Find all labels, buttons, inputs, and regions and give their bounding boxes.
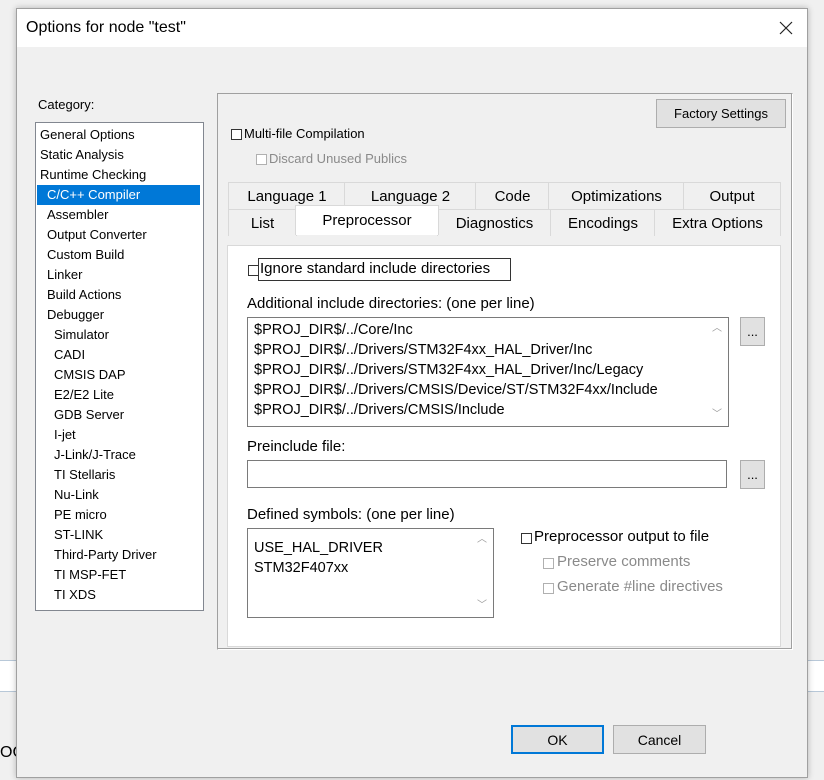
tab-encodings[interactable]: Encodings (550, 209, 656, 236)
category-item[interactable]: CADI (54, 345, 85, 365)
cancel-button[interactable]: Cancel (613, 725, 706, 754)
pp-output-label: Preprocessor output to file (534, 528, 710, 545)
discard-unused-label: Discard Unused Publics (269, 151, 408, 166)
defined-symbol-line: STM32F407xx (254, 560, 349, 576)
category-item[interactable]: CMSIS DAP (54, 365, 126, 385)
tab-list[interactable]: List (228, 209, 297, 236)
browse-label: ... (747, 467, 758, 482)
scroll-up-icon[interactable]: ︿ (710, 322, 724, 336)
ok-button[interactable]: OK (511, 725, 604, 754)
discard-unused-checkbox[interactable] (256, 154, 267, 165)
tab-label: Language 2 (370, 187, 451, 205)
close-button[interactable] (765, 9, 807, 47)
include-dir-line: $PROJ_DIR$/../Drivers/STM32F4xx_HAL_Driv… (254, 362, 644, 378)
category-item[interactable]: Assembler (47, 205, 108, 225)
category-item[interactable]: ST-LINK (54, 525, 103, 545)
preinclude-label: Preinclude file: (247, 438, 346, 455)
factory-settings-button[interactable]: Factory Settings (656, 99, 786, 128)
category-item[interactable]: Output Converter (47, 225, 147, 245)
tab-output[interactable]: Output (683, 182, 781, 209)
generate-line-label: Generate #line directives (557, 578, 723, 595)
ok-label: OK (547, 731, 568, 748)
cancel-label: Cancel (637, 731, 682, 748)
multifile-checkbox[interactable] (231, 129, 242, 140)
tab-label: Encodings (567, 214, 639, 232)
category-item[interactable]: PE micro (54, 505, 107, 525)
tab-label: List (250, 214, 275, 232)
include-directories-textarea[interactable]: ︿ ﹀ $PROJ_DIR$/../Core/Inc $PROJ_DIR$/../… (247, 317, 729, 427)
tab-diagnostics[interactable]: Diagnostics (437, 209, 552, 236)
category-item[interactable]: General Options (40, 125, 135, 145)
category-item[interactable]: Custom Build (47, 245, 124, 265)
tab-label: Optimizations (571, 187, 662, 205)
category-item[interactable]: TI MSP-FET (54, 565, 126, 585)
category-item[interactable]: E2/E2 Lite (54, 385, 114, 405)
category-item[interactable]: Runtime Checking (40, 165, 146, 185)
preinclude-browse-button[interactable]: ... (740, 460, 765, 489)
preinclude-input[interactable] (247, 460, 727, 488)
browse-label: ... (747, 324, 758, 339)
tab-label: Language 1 (247, 187, 327, 205)
additional-include-label: Additional include directories: (one per… (247, 295, 535, 312)
include-browse-button[interactable]: ... (740, 317, 765, 346)
category-item[interactable]: GDB Server (54, 405, 124, 425)
category-item[interactable]: Linker (47, 265, 82, 285)
category-item[interactable]: Build Actions (47, 285, 121, 305)
tab-code[interactable]: Code (475, 182, 550, 209)
include-dir-line: $PROJ_DIR$/../Drivers/CMSIS/Device/ST/ST… (254, 382, 658, 398)
include-dir-line: $PROJ_DIR$/../Core/Inc (254, 322, 413, 338)
tab-label: Extra Options (672, 214, 763, 232)
title-bar: Options for node "test" (17, 9, 807, 47)
tab-label: Code (494, 187, 531, 205)
category-item[interactable]: TI Stellaris (54, 465, 115, 485)
defined-symbols-textarea[interactable]: ︿ ﹀ USE_HAL_DRIVER STM32F407xx (247, 528, 494, 618)
category-item[interactable]: Third-Party Driver (54, 545, 157, 565)
dialog-title: Options for node "test" (26, 19, 186, 36)
defined-symbols-label: Defined symbols: (one per line) (247, 506, 455, 523)
close-icon (779, 21, 793, 35)
defined-symbol-line: USE_HAL_DRIVER (254, 540, 383, 556)
ignore-std-label: Ignore standard include directories (260, 260, 491, 277)
scroll-down-icon[interactable]: ﹀ (475, 599, 489, 613)
include-dir-line: $PROJ_DIR$/../Drivers/STM32F4xx_HAL_Driv… (254, 342, 593, 358)
tab-extra-options[interactable]: Extra Options (654, 209, 781, 236)
factory-settings-label: Factory Settings (674, 106, 768, 121)
scroll-down-icon[interactable]: ﹀ (710, 408, 724, 422)
scroll-up-icon[interactable]: ︿ (475, 533, 489, 547)
preserve-comments-label: Preserve comments (557, 553, 691, 570)
category-item[interactable]: Static Analysis (40, 145, 124, 165)
options-dialog: Options for node "test" Category: Genera… (16, 8, 808, 778)
tab-label: Preprocessor (322, 212, 412, 229)
include-dir-line: $PROJ_DIR$/../Drivers/CMSIS/Include (254, 402, 505, 418)
preserve-comments-checkbox[interactable] (543, 558, 554, 569)
tab-label: Diagnostics (455, 214, 534, 232)
category-label: Category: (38, 97, 95, 112)
category-item[interactable]: TI XDS (54, 585, 96, 605)
category-item[interactable]: Debugger (47, 305, 104, 325)
category-item[interactable]: I-jet (54, 425, 76, 445)
category-item[interactable]: Nu-Link (54, 485, 99, 505)
category-item[interactable]: C/C++ Compiler (37, 185, 200, 205)
tab-label: Output (709, 187, 755, 205)
tab-preprocessor[interactable]: Preprocessor (295, 205, 439, 235)
category-item[interactable]: Simulator (54, 325, 109, 345)
multifile-label: Multi-file Compilation (244, 126, 365, 141)
category-list[interactable]: General Options Static Analysis Runtime Ch… (35, 122, 204, 611)
pp-output-checkbox[interactable] (521, 533, 532, 544)
category-item[interactable]: J-Link/J-Trace (54, 445, 136, 465)
tab-optimizations[interactable]: Optimizations (548, 182, 685, 209)
generate-line-checkbox[interactable] (543, 583, 554, 594)
